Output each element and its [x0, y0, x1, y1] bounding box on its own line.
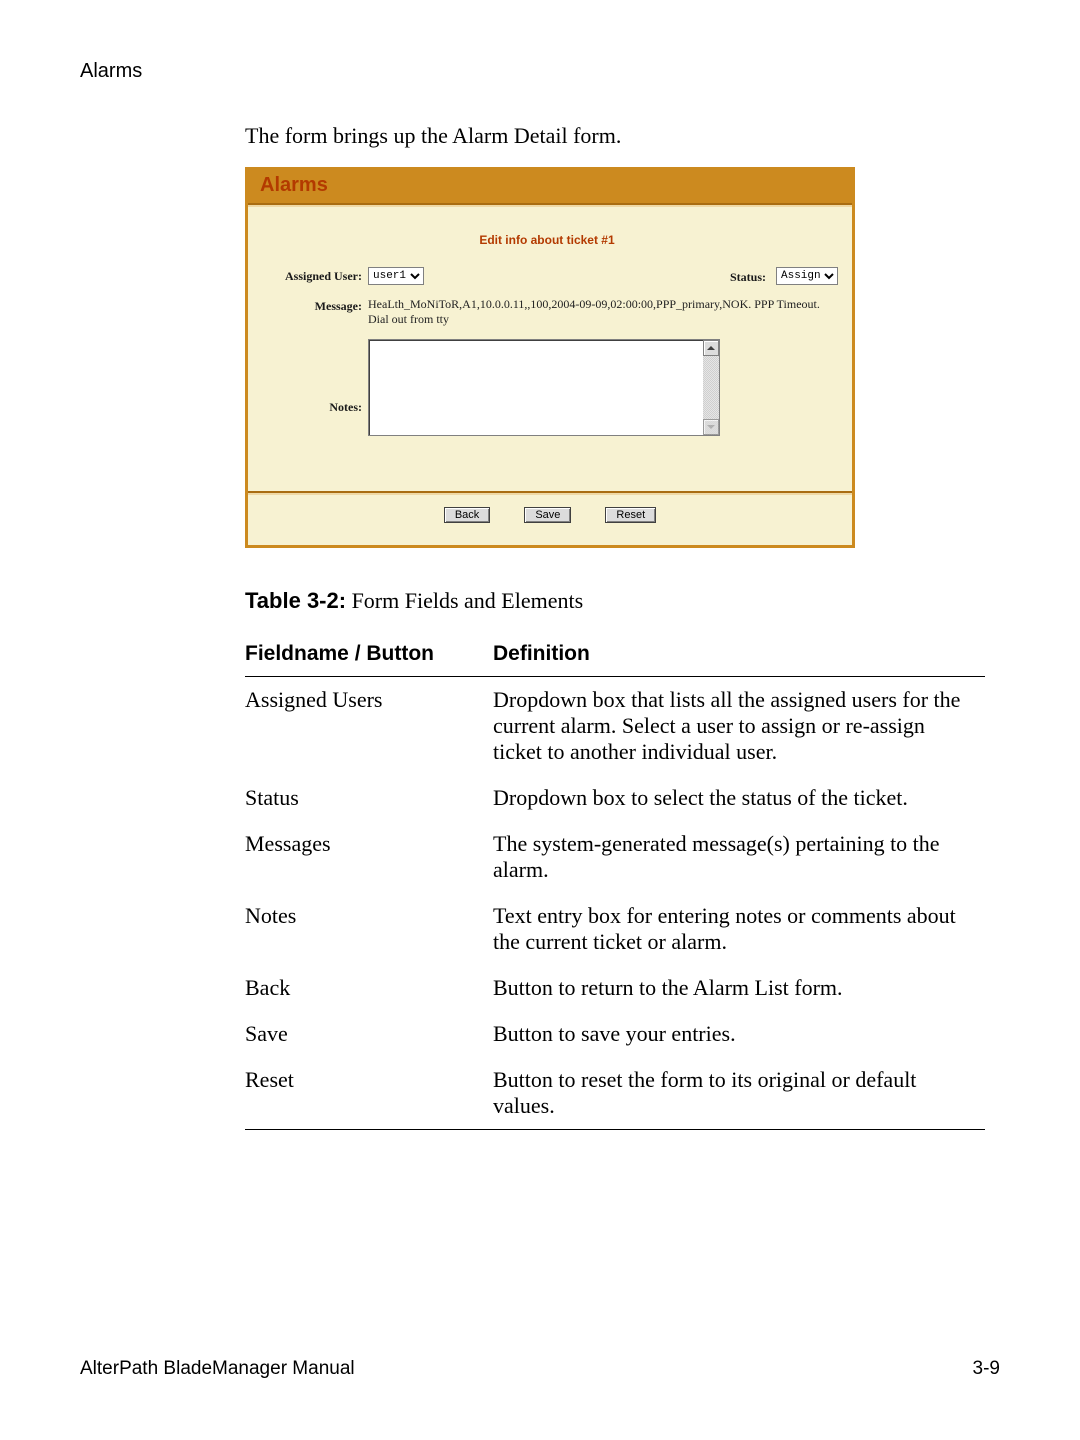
table-row: SaveButton to save your entries. — [245, 1011, 985, 1057]
assigned-user-select[interactable]: user1 — [368, 267, 424, 285]
table-row: StatusDropdown box to select the status … — [245, 775, 985, 821]
panel-title: Alarms — [248, 170, 852, 203]
notes-scrollbox — [368, 339, 720, 436]
table-caption-text: Form Fields and Elements — [346, 588, 583, 613]
alarm-detail-panel: Alarms Edit info about ticket #1 Assigne… — [245, 167, 855, 548]
notes-scrollbar[interactable] — [703, 340, 719, 435]
back-button[interactable]: Back — [444, 507, 490, 523]
table-caption: Table 3-2: Form Fields and Elements — [245, 588, 1010, 614]
edit-info-heading: Edit info about ticket #1 — [332, 225, 762, 267]
footer-page-number: 3-9 — [973, 1358, 1000, 1380]
form-fields-table: Fieldname / Button Definition Assigned U… — [245, 632, 985, 1130]
table-row: MessagesThe system-generated message(s) … — [245, 821, 985, 893]
table-header-fieldname: Fieldname / Button — [245, 632, 493, 676]
message-text: HeaLth_MoNiToR,A1,10.0.0.11,,100,2004-09… — [368, 297, 838, 327]
table-row: NotesText entry box for entering notes o… — [245, 893, 985, 965]
table-row: BackButton to return to the Alarm List f… — [245, 965, 985, 1011]
table-row: Assigned UsersDropdown box that lists al… — [245, 677, 985, 775]
assigned-user-label: Assigned User: — [262, 267, 368, 284]
notes-textarea[interactable] — [369, 340, 703, 435]
message-label: Message: — [262, 297, 368, 314]
table-caption-number: Table 3-2: — [245, 588, 346, 613]
save-button[interactable]: Save — [524, 507, 571, 523]
footer-manual-title: AlterPath BladeManager Manual — [80, 1358, 355, 1380]
table-header-definition: Definition — [493, 632, 985, 676]
status-label: Status: — [730, 268, 772, 285]
notes-label: Notes: — [262, 360, 368, 415]
status-select[interactable]: Assign — [776, 267, 838, 285]
scroll-down-icon[interactable] — [703, 419, 719, 435]
table-row: ResetButton to reset the form to its ori… — [245, 1057, 985, 1129]
scroll-up-icon[interactable] — [703, 340, 719, 356]
section-header: Alarms — [80, 60, 1010, 83]
reset-button[interactable]: Reset — [605, 507, 656, 523]
lead-paragraph: The form brings up the Alarm Detail form… — [245, 123, 1010, 149]
